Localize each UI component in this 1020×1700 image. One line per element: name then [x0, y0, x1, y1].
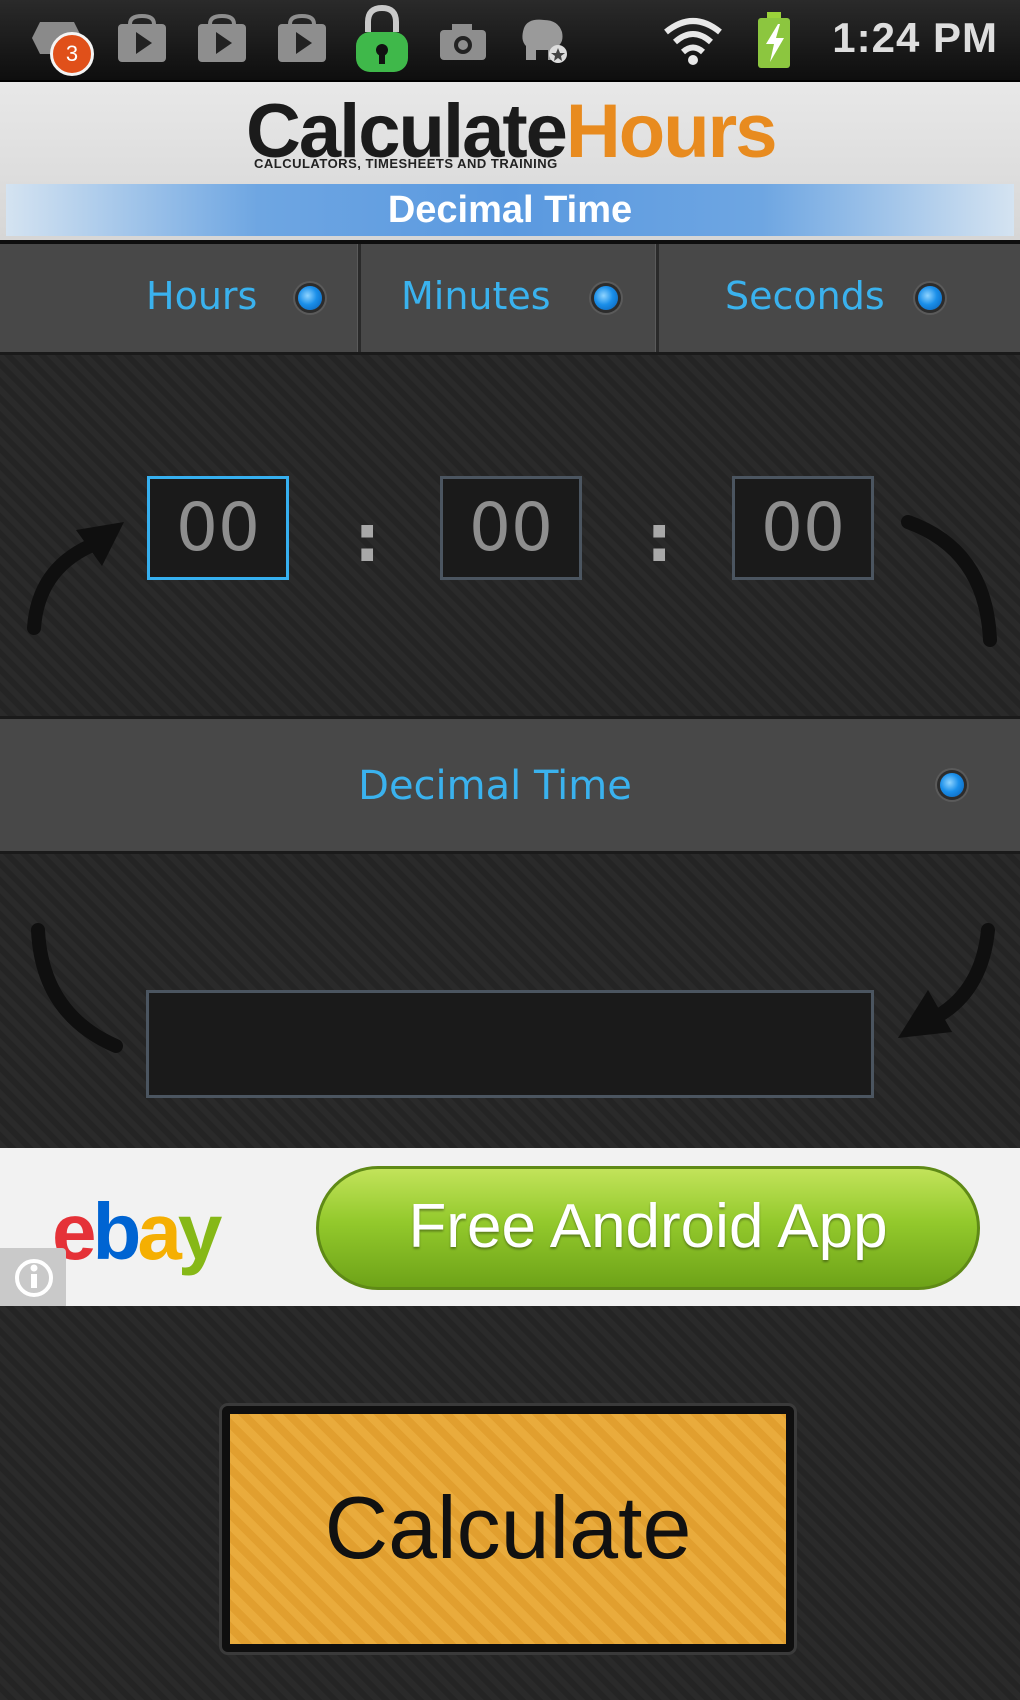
ad-cta-button[interactable]: Free Android App — [316, 1166, 980, 1290]
play-store-icon — [118, 14, 166, 62]
play-store-icon — [198, 14, 246, 62]
battery-charging-icon — [758, 12, 790, 68]
ad-banner[interactable]: ebay Free Android App — [0, 1148, 1020, 1306]
decimal-time-header[interactable]: Decimal Time — [0, 716, 1020, 854]
play-store-icon — [278, 14, 326, 62]
dog-icon — [522, 19, 567, 63]
tab-seconds-radio-indicator[interactable] — [918, 286, 942, 310]
tab-seconds-label: Seconds — [725, 274, 885, 318]
logo-tagline: CALCULATORS, TIMESHEETS AND TRAINING — [254, 156, 558, 171]
status-clock: 1:24 PM — [832, 14, 998, 61]
time-separator: : — [354, 500, 381, 577]
logo-text-hours: Hours — [565, 89, 778, 174]
curved-arrow-down-icon — [898, 923, 995, 1038]
ebay-logo: ebay — [52, 1187, 222, 1276]
seconds-input[interactable]: 00 — [732, 476, 874, 580]
lock-icon — [356, 4, 408, 72]
decimal-time-radio-indicator[interactable] — [940, 773, 964, 797]
camera-icon — [440, 24, 486, 60]
hours-input[interactable]: 00 — [147, 476, 289, 580]
tab-hours-radio-indicator[interactable] — [298, 286, 322, 310]
tab-minutes[interactable]: Minutes — [361, 244, 656, 352]
curved-arc-left-icon — [31, 923, 123, 1053]
status-bar: 3 1:24 PM — [0, 0, 1020, 82]
tab-hours-label: Hours — [146, 274, 258, 318]
decimal-result-field[interactable] — [146, 990, 874, 1098]
ad-info-icon[interactable] — [0, 1248, 66, 1306]
time-separator: : — [646, 500, 673, 577]
tab-minutes-label: Minutes — [401, 274, 551, 318]
app-header: CalculateHours CALCULATORS, TIMESHEETS A… — [0, 82, 1020, 244]
page-title: Decimal Time — [6, 184, 1014, 236]
notification-count-badge: 3 — [50, 32, 94, 76]
minutes-input[interactable]: 00 — [440, 476, 582, 580]
tab-minutes-radio-indicator[interactable] — [594, 286, 618, 310]
tab-seconds[interactable]: Seconds — [659, 244, 1020, 352]
unit-tabs: Hours Minutes Seconds — [0, 244, 1020, 355]
tab-hours[interactable]: Hours — [0, 244, 358, 352]
calculate-button[interactable]: Calculate — [222, 1406, 794, 1652]
curved-arc-right-icon — [901, 515, 997, 647]
curved-arrow-up-icon — [27, 522, 124, 635]
decimal-time-label: Decimal Time — [358, 763, 632, 809]
wifi-icon — [664, 18, 722, 65]
